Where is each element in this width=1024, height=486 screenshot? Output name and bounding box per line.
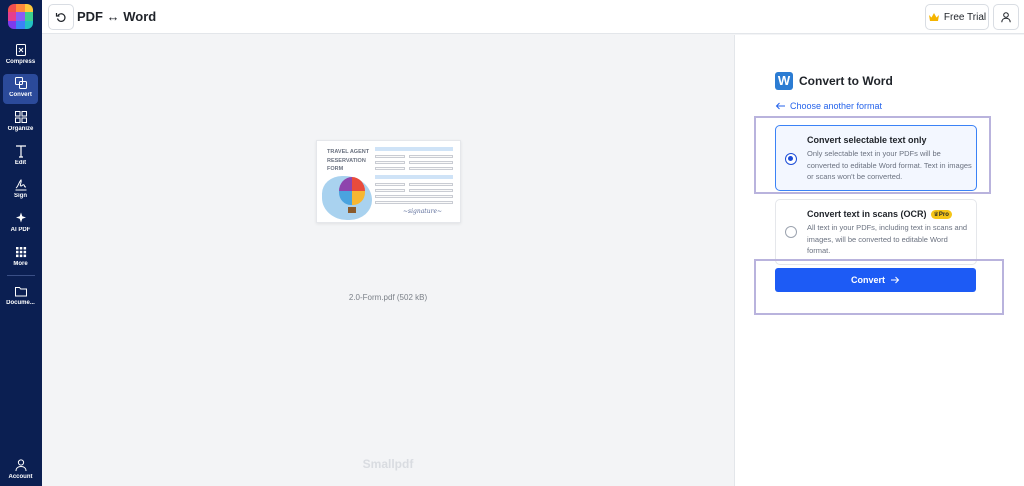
sidebar-item-label: Compress — [5, 59, 36, 65]
file-name: 2.0-Form.pdf (502 kB) — [348, 293, 428, 302]
sidebar: Compress Convert Organize Edit Sign AI P… — [0, 0, 42, 486]
pro-badge: ♛Pro — [930, 209, 952, 219]
sidebar-item-label: AI PDF — [10, 227, 31, 233]
sidebar-item-label: Convert — [9, 92, 32, 98]
edit-icon — [15, 145, 26, 158]
sidebar-item-organize[interactable]: Organize — [3, 108, 38, 138]
highlight-frame-option — [754, 116, 991, 194]
compress-icon — [15, 44, 26, 56]
arrow-left-icon — [775, 102, 785, 110]
sidebar-item-documents[interactable]: Docume... — [3, 282, 38, 312]
sidebar-item-label: Sign — [14, 193, 27, 199]
free-trial-label: Free Trial — [943, 11, 987, 23]
sidebar-item-sign[interactable]: Sign — [3, 175, 38, 205]
smallpdf-watermark: Smallpdf — [362, 457, 414, 471]
sidebar-item-compress[interactable]: Compress — [3, 41, 38, 71]
pdf-thumbnail[interactable]: TRAVEL AGENT RESERVATION FORM ~signature… — [316, 140, 461, 223]
undo-icon — [55, 13, 66, 22]
sidebar-item-label: Edit — [14, 160, 27, 166]
sidebar-divider — [7, 275, 35, 276]
sidebar-item-account[interactable]: Account — [3, 456, 38, 486]
sidebar-item-label: Account — [8, 474, 33, 480]
folder-icon — [14, 287, 27, 297]
radio-ocr[interactable] — [785, 226, 797, 238]
balloon-basket-icon — [348, 207, 356, 213]
sidebar-item-more[interactable]: More — [3, 243, 38, 273]
document-preview-area: TRAVEL AGENT RESERVATION FORM ~signature… — [42, 35, 734, 486]
organize-icon — [14, 111, 27, 123]
hot-air-balloon-icon — [339, 177, 365, 205]
convert-icon — [14, 77, 27, 89]
pro-badge-label: Pro — [938, 211, 949, 218]
choose-another-format-link[interactable]: Choose another format — [775, 101, 882, 111]
option-ocr[interactable]: Convert text in scans (OCR) ♛Pro All tex… — [775, 199, 977, 265]
word-icon: W — [775, 72, 793, 90]
sidebar-item-label: Docume... — [6, 300, 35, 306]
user-icon — [1001, 12, 1011, 23]
sidebar-item-ai-pdf[interactable]: AI PDF — [3, 209, 38, 239]
option-title-text: Convert text in scans (OCR) — [807, 209, 927, 219]
account-icon — [15, 459, 26, 472]
option-title: Convert text in scans (OCR) ♛Pro — [807, 209, 952, 219]
highlight-frame-convert — [754, 259, 1004, 315]
free-trial-button[interactable]: Free Trial — [925, 4, 989, 30]
sidebar-item-label: Organize — [7, 126, 34, 132]
option-description: All text in your PDFs, including text in… — [807, 223, 968, 255]
sidebar-item-convert[interactable]: Convert — [3, 74, 38, 104]
sidebar-item-edit[interactable]: Edit — [3, 142, 38, 172]
top-header: PDF ↔ Word Free Trial — [42, 0, 1024, 34]
panel-title: Convert to Word — [799, 74, 893, 88]
app-logo[interactable] — [8, 4, 33, 29]
sidebar-item-label: More — [13, 261, 28, 267]
thumbnail-title: TRAVEL AGENT RESERVATION FORM — [327, 149, 370, 172]
ai-sparkle-icon — [15, 212, 26, 223]
signature-graphic: ~signature~ — [403, 208, 443, 215]
user-menu-button[interactable] — [993, 4, 1019, 30]
choose-link-label: Choose another format — [790, 101, 883, 111]
sign-icon — [15, 179, 26, 191]
page-title: PDF ↔ Word — [77, 9, 157, 24]
grid-icon — [15, 247, 26, 258]
crown-icon — [928, 13, 939, 21]
undo-button[interactable] — [48, 4, 74, 30]
